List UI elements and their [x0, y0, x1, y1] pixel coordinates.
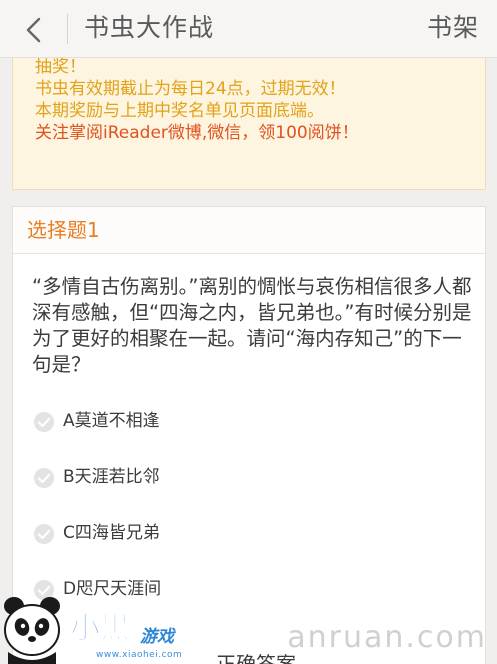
notice-line: 书虫有效期截止为每日24点，过期无效！ [35, 79, 346, 99]
bookshelf-button[interactable]: 书架 [427, 13, 479, 43]
notice-line: 抽奖！ [35, 58, 86, 77]
option-label: A莫道不相逢 [63, 411, 160, 431]
notice-line: 本期奖励与上期中奖名单见页面底端。 [35, 101, 324, 121]
check-circle-icon [34, 412, 54, 432]
option-label: C四海皆兄弟 [63, 523, 160, 543]
notice-card: 抽奖！ 书虫有效期截止为每日24点，过期无效！ 本期奖励与上期中奖名单见页面底端… [12, 58, 486, 190]
top-bar: 书虫大作战 书架 [0, 0, 497, 58]
question-label: 选择题1 [27, 218, 100, 242]
notice-line-follow: 关注掌阅iReader微博,微信，领100阅饼！ [35, 123, 359, 143]
option-c[interactable]: C四海皆兄弟 [33, 519, 333, 549]
header-divider [67, 14, 68, 44]
logo-url: www.xiaohei.com [96, 650, 183, 660]
back-button[interactable] [14, 10, 54, 48]
svg-text:游戏: 游戏 [140, 627, 176, 647]
check-circle-icon [34, 468, 54, 488]
check-circle-icon [34, 524, 54, 544]
site-watermark: anruan.com [287, 620, 487, 655]
page-title: 书虫大作战 [84, 13, 215, 42]
svg-text:小黑: 小黑 [70, 611, 130, 646]
option-label: B天涯若比邻 [63, 467, 160, 487]
question-text: “多情自古伤离别。”离别的惆怅与哀伤相信很多人都深有感触，但“四海之内，皆兄弟也… [32, 275, 472, 376]
question-header: 选择题1 [13, 207, 485, 254]
chevron-left-icon [26, 17, 41, 43]
option-a[interactable]: A莫道不相逢 [33, 407, 333, 437]
option-b[interactable]: B天涯若比邻 [33, 463, 333, 493]
